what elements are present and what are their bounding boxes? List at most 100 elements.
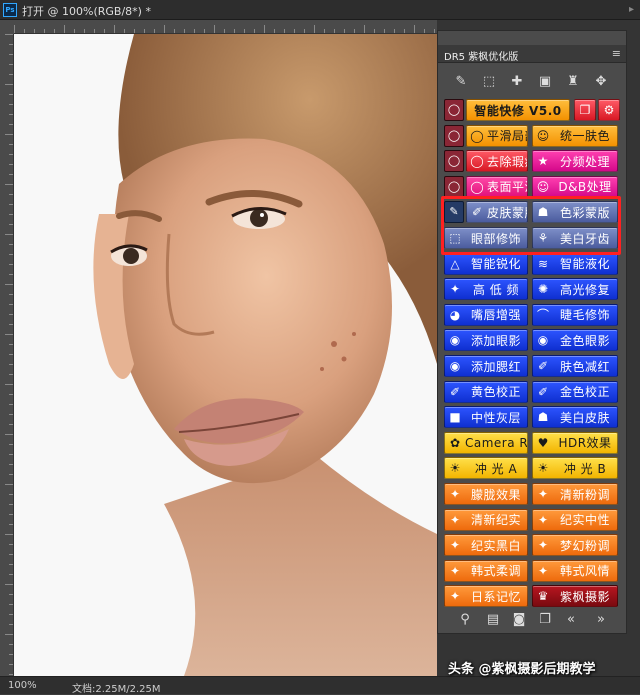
clone-stamp-icon[interactable]: ✥	[592, 73, 610, 91]
panel-footer: ⚲ ▤ ◙ ❐ « »	[438, 608, 626, 632]
action-button-4[interactable]: ★ 分频处理	[532, 150, 618, 173]
wand-icon: ✦	[449, 589, 461, 604]
tab-overflow-icon[interactable]: ▸	[629, 4, 634, 15]
sliders-icon[interactable]: ⚙	[598, 99, 620, 121]
layers-icon[interactable]: ❐	[574, 99, 596, 121]
lasso-mode-icon[interactable]: ◯	[444, 150, 464, 173]
ruler-tick	[224, 29, 225, 33]
mask-icon: ☗	[537, 410, 549, 425]
action-button-24[interactable]: ☗ 美白皮肤	[532, 406, 618, 429]
action-button-22[interactable]: ✐ 金色校正	[532, 380, 618, 403]
prev-icon[interactable]: «	[562, 611, 580, 629]
action-button-34[interactable]: ✦ 梦幻粉调	[532, 534, 618, 557]
ruler-tick	[9, 464, 13, 465]
ruler-tick	[9, 264, 13, 265]
copy-icon[interactable]: ❐	[536, 611, 554, 629]
action-button-label: 梦幻粉调	[559, 538, 610, 553]
action-button-0[interactable]: ◯智能快修 V5.0	[466, 99, 570, 121]
document-size[interactable]: 文档:2.25M/2.25M	[72, 680, 161, 695]
ruler-tick	[74, 29, 75, 33]
ruler-tick	[404, 29, 405, 33]
ruler-tick	[9, 44, 13, 45]
action-button-26[interactable]: ♥ HDR效果	[532, 431, 618, 454]
action-button-35[interactable]: ✦ 韩式柔调	[444, 559, 528, 582]
camera-icon[interactable]: ◙	[510, 611, 528, 629]
lasso-mode-icon[interactable]: ◯	[444, 99, 464, 121]
action-button-12[interactable]: ≋ 智能液化	[532, 252, 618, 275]
vertical-ruler[interactable]	[0, 34, 14, 676]
ruler-tick	[9, 254, 13, 255]
book-icon[interactable]: ▤	[484, 611, 502, 629]
ruler-tick	[9, 214, 13, 215]
action-button-2[interactable]: ☺ 统一肤色	[532, 124, 618, 147]
action-button-20[interactable]: ✐ 肤色减红	[532, 355, 618, 377]
action-button-31[interactable]: ✦ 清新纪实	[444, 508, 528, 531]
action-button-15[interactable]: ◕ 嘴唇增强	[444, 303, 528, 326]
action-button-label: 添加腮红	[470, 359, 521, 374]
ruler-tick	[244, 29, 245, 33]
sun-icon: ☀	[449, 461, 461, 476]
ruler-tick	[9, 114, 13, 115]
search-icon[interactable]: ⚲	[456, 611, 474, 629]
action-button-30[interactable]: ✦ 清新粉调	[532, 483, 618, 505]
action-button-5[interactable]: ◯表面平滑	[466, 175, 528, 198]
horizontal-ruler[interactable]	[14, 20, 437, 34]
panel-tab[interactable]: DR5 紫枫优化版 ≡	[438, 45, 626, 63]
action-button-17[interactable]: ◉ 添加眼影	[444, 329, 528, 352]
action-button-3[interactable]: ◯去除瑕疵	[466, 150, 528, 173]
tool-row: ✎ ⬚ ✚ ▣ ♜ ✥	[438, 71, 626, 97]
action-button-13[interactable]: ✦ 高 低 频	[444, 278, 528, 301]
action-button-23[interactable]: ■ 中性灰层	[444, 406, 528, 429]
action-button-6[interactable]: ☺ D&B处理	[532, 175, 618, 198]
ruler-tick	[9, 644, 13, 645]
ruler-tick	[5, 634, 13, 635]
action-button-19[interactable]: ◉ 添加腮红	[444, 355, 528, 377]
next-icon[interactable]: »	[592, 611, 610, 629]
action-button-28[interactable]: ☀ 冲 光 B	[532, 457, 618, 480]
ruler-tick	[194, 29, 195, 33]
action-button-16[interactable]: ⌒ 睫毛修饰	[532, 303, 618, 326]
lasso-mode-icon[interactable]: ◯	[444, 175, 464, 198]
action-button-14[interactable]: ✺ 高光修复	[532, 278, 618, 301]
panel-title: DR5 紫枫优化版	[444, 52, 519, 63]
action-button-32[interactable]: ✦ 纪实中性	[532, 508, 618, 531]
action-button-label: D&B处理	[558, 180, 612, 195]
status-bar: 100% 文档:2.25M/2.25M	[0, 676, 640, 695]
lasso-mode-icon[interactable]: ◯	[444, 124, 464, 147]
action-button-29[interactable]: ✦ 朦胧效果	[444, 483, 528, 505]
action-button-25[interactable]: ✿ Camera Raw	[444, 431, 528, 454]
bandage-icon[interactable]: ✚	[508, 73, 526, 91]
chip-icon[interactable]: ▣	[536, 73, 554, 91]
ruler-tick	[9, 304, 13, 305]
ruler-tick	[9, 424, 13, 425]
ruler-tick	[84, 29, 85, 33]
ruler-tick	[44, 29, 45, 33]
ruler-tick	[9, 224, 13, 225]
action-button-33[interactable]: ✦ 纪实黑白	[444, 534, 528, 557]
eraser-icon[interactable]: ⬚	[480, 73, 498, 91]
ruler-tick	[5, 584, 13, 585]
action-button-38[interactable]: ♛ 紫枫摄影	[532, 585, 618, 608]
photoshop-app-icon: Ps	[3, 3, 17, 17]
ruler-tick	[9, 504, 13, 505]
ruler-origin[interactable]	[0, 20, 14, 34]
zoom-level[interactable]: 100%	[8, 680, 37, 691]
watermark-text: 头条 @紫枫摄影后期教学	[448, 662, 596, 677]
document-canvas[interactable]	[14, 34, 437, 676]
ruler-tick	[234, 29, 235, 33]
action-button-18[interactable]: ◉ 金色眼影	[532, 329, 618, 352]
ruler-tick	[9, 354, 13, 355]
document-tab-title[interactable]: 打开 @ 100%(RGB/8*) *	[22, 3, 151, 19]
brush-icon[interactable]: ✎	[452, 73, 470, 91]
action-button-27[interactable]: ☀ 冲 光 A	[444, 457, 528, 480]
action-button-1[interactable]: ◯平滑局部	[466, 124, 528, 147]
action-button-37[interactable]: ✦ 日系记忆	[444, 585, 528, 608]
action-button-36[interactable]: ✦ 韩式风情	[532, 559, 618, 582]
panel-menu-icon[interactable]: ≡	[612, 47, 621, 60]
dropper-icon: ✐	[449, 384, 461, 399]
action-button-11[interactable]: △ 智能锐化	[444, 252, 528, 275]
ruler-tick	[9, 654, 13, 655]
stamp-icon[interactable]: ♜	[564, 73, 582, 91]
ruler-tick	[394, 29, 395, 33]
action-button-21[interactable]: ✐ 黄色校正	[444, 380, 528, 403]
